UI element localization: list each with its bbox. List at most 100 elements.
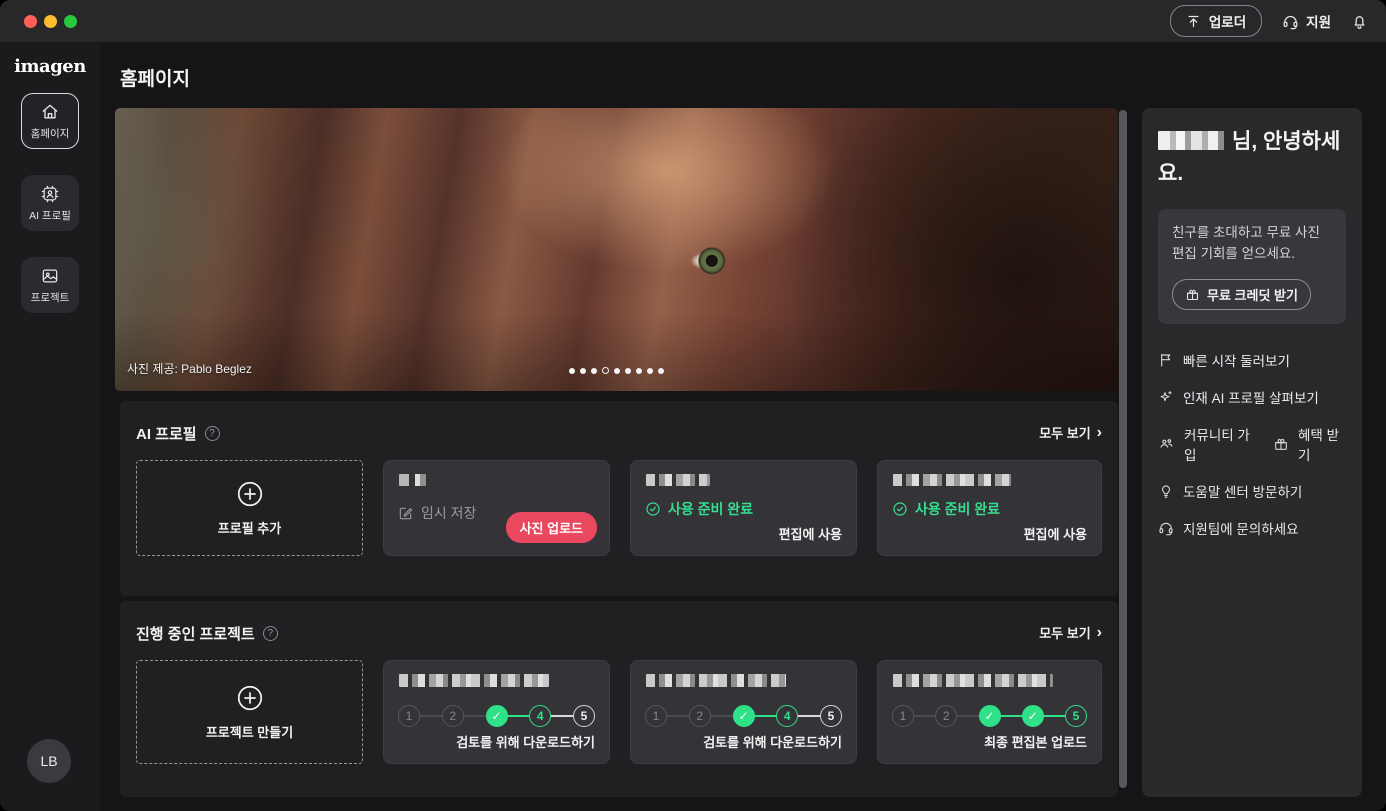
sidebar-item-home[interactable]: 홈페이지	[21, 93, 79, 149]
sparkle-icon	[1158, 389, 1174, 405]
sidebar-item-projects[interactable]: 프로젝트	[21, 257, 79, 313]
free-credits-button[interactable]: 무료 크레딧 받기	[1172, 279, 1311, 310]
ai-profile-card[interactable]: 사용 준비 완료 편집에 사용	[630, 460, 857, 556]
contact-support-link[interactable]: 지원팀에 문의하세요	[1158, 518, 1299, 538]
carousel-dot[interactable]	[569, 368, 575, 374]
step-connector	[957, 715, 978, 717]
step-5: 5	[820, 705, 842, 727]
step-connector	[667, 715, 689, 717]
use-in-edit-link[interactable]: 편집에 사용	[1024, 524, 1087, 543]
help-icon[interactable]: ?	[205, 426, 220, 441]
referral-card: 친구를 초대하고 무료 사진 편집 기회를 얻으세요. 무료 크레딧 받기	[1158, 209, 1346, 324]
headset-icon	[1158, 520, 1174, 536]
main-scrollbar[interactable]	[1119, 110, 1127, 788]
gift-icon	[1273, 436, 1289, 452]
redacted-project-name	[646, 674, 786, 687]
people-icon	[1158, 435, 1175, 452]
section-title-text: 진행 중인 프로젝트	[136, 623, 255, 644]
create-project-card[interactable]: 프로젝트 만들기	[136, 660, 363, 764]
step-connector	[711, 715, 733, 717]
ready-status-label: 사용 준비 완료	[668, 499, 753, 519]
referral-text: 친구를 초대하고 무료 사진 편집 기회를 얻으세요.	[1172, 223, 1332, 265]
carousel-dot[interactable]	[580, 368, 586, 374]
plus-circle-icon	[235, 683, 265, 713]
projects-section: 진행 중인 프로젝트 ? 모두 보기 › 프로젝트 만들기 1 2 ✓ 4	[120, 601, 1118, 797]
chevron-right-icon: ›	[1097, 627, 1102, 639]
link-label: 빠른 시작 둘러보기	[1183, 350, 1290, 370]
quick-start-link[interactable]: 빠른 시작 둘러보기	[1158, 350, 1290, 370]
step-1: 1	[645, 705, 667, 727]
carousel-dot-active[interactable]	[602, 367, 609, 374]
uploader-label: 업로더	[1209, 11, 1246, 31]
support-button[interactable]: 지원	[1282, 11, 1331, 31]
ai-profile-card[interactable]: 사용 준비 완료 편집에 사용	[877, 460, 1102, 556]
window-close-button[interactable]	[24, 15, 37, 28]
link-label: 혜택 받기	[1298, 424, 1346, 464]
project-card[interactable]: 1 2 ✓ ✓ 5 최종 편집본 업로드	[877, 660, 1102, 764]
sidebar-item-label: AI 프로필	[29, 208, 71, 223]
page-title: 홈페이지	[120, 64, 190, 91]
user-avatar[interactable]: LB	[27, 739, 71, 783]
section-title-text: AI 프로필	[136, 423, 197, 444]
uploader-button[interactable]: 업로더	[1170, 5, 1262, 37]
link-label: 지원팀에 문의하세요	[1183, 518, 1299, 538]
step-connector	[798, 715, 820, 717]
upload-final-edit-link[interactable]: 최종 편집본 업로드	[984, 732, 1087, 751]
home-icon	[40, 102, 60, 122]
carousel-dot[interactable]	[658, 368, 664, 374]
project-step-progress: 1 2 ✓ 4 5	[645, 705, 842, 727]
get-benefits-link[interactable]: 혜택 받기	[1273, 424, 1346, 464]
redacted-project-name	[893, 674, 1053, 687]
carousel-dot[interactable]	[636, 368, 642, 374]
explore-ai-profile-link[interactable]: 인재 AI 프로필 살펴보기	[1158, 387, 1319, 407]
see-all-label: 모두 보기	[1039, 623, 1090, 642]
check-circle-icon	[645, 501, 661, 517]
add-profile-label: 프로필 추가	[218, 518, 281, 537]
hero-gradient-overlay	[115, 108, 1118, 391]
upload-photos-button[interactable]: 사진 업로드	[506, 512, 597, 543]
sidebar-item-label: 프로젝트	[31, 290, 70, 305]
projects-see-all-link[interactable]: 모두 보기 ›	[1039, 623, 1102, 642]
free-credits-label: 무료 크레딧 받기	[1207, 285, 1298, 304]
carousel-dot[interactable]	[625, 368, 631, 374]
chevron-right-icon: ›	[1097, 427, 1102, 439]
use-in-edit-link[interactable]: 편집에 사용	[779, 524, 842, 543]
redacted-profile-name	[893, 474, 1011, 486]
greeting-heading: 님, 안녕하세요.	[1158, 126, 1346, 189]
quick-links: 빠른 시작 둘러보기 인재 AI 프로필 살펴보기 커뮤니티 가입	[1158, 350, 1346, 538]
window-minimize-button[interactable]	[44, 15, 57, 28]
carousel-dot[interactable]	[614, 368, 620, 374]
ai-profile-card[interactable]: 임시 저장 사진 업로드	[383, 460, 610, 556]
redacted-user-name	[1158, 131, 1232, 150]
hero-carousel[interactable]: 사진 제공: Pablo Beglez	[115, 108, 1118, 391]
see-all-label: 모두 보기	[1039, 423, 1090, 442]
project-card[interactable]: 1 2 ✓ 4 5 검토를 위해 다운로드하기	[383, 660, 610, 764]
add-profile-card[interactable]: 프로필 추가	[136, 460, 363, 556]
right-panel: 님, 안녕하세요. 친구를 초대하고 무료 사진 편집 기회를 얻으세요. 무료…	[1142, 108, 1362, 797]
step-3: ✓	[733, 705, 755, 727]
step-5: 5	[573, 705, 595, 727]
app-window: 업로더 지원 imagen 홈페이지 AI 프로필	[0, 0, 1386, 811]
step-connector	[464, 715, 486, 717]
join-community-link[interactable]: 커뮤니티 가입	[1158, 424, 1255, 464]
ai-profiles-see-all-link[interactable]: 모두 보기 ›	[1039, 423, 1102, 442]
projects-title: 진행 중인 프로젝트 ?	[136, 623, 278, 644]
imagen-logo: imagen	[0, 56, 100, 77]
bell-icon[interactable]	[1351, 13, 1368, 30]
help-center-link[interactable]: 도움말 센터 방문하기	[1158, 481, 1302, 501]
carousel-dot[interactable]	[647, 368, 653, 374]
download-for-review-link[interactable]: 검토를 위해 다운로드하기	[456, 732, 595, 751]
lightbulb-icon	[1158, 483, 1174, 499]
step-connector	[420, 715, 442, 717]
help-icon[interactable]: ?	[263, 626, 278, 641]
step-3: ✓	[486, 705, 508, 727]
window-zoom-button[interactable]	[64, 15, 77, 28]
step-1: 1	[398, 705, 420, 727]
project-card[interactable]: 1 2 ✓ 4 5 검토를 위해 다운로드하기	[630, 660, 857, 764]
carousel-dot[interactable]	[591, 368, 597, 374]
sidebar-item-ai-profiles[interactable]: AI 프로필	[21, 175, 79, 231]
ai-profile-icon	[40, 184, 60, 204]
draft-status-label: 임시 저장	[421, 503, 476, 523]
ai-profiles-title: AI 프로필 ?	[136, 423, 220, 444]
download-for-review-link[interactable]: 검토를 위해 다운로드하기	[703, 732, 842, 751]
